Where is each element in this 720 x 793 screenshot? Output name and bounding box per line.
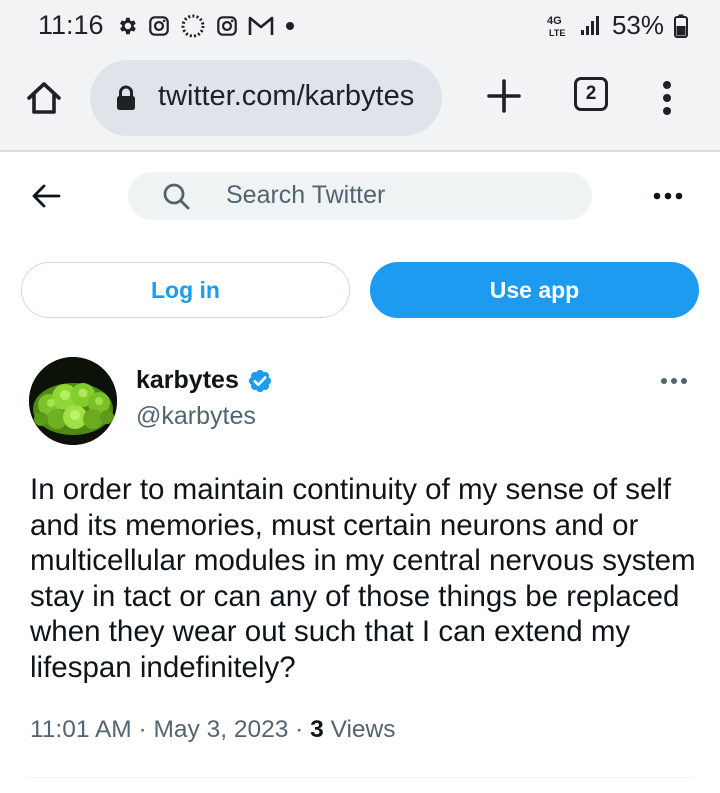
views-count: 3 — [310, 716, 324, 743]
meta-separator: · — [138, 716, 147, 743]
more-horizontal-icon — [661, 378, 687, 384]
home-button[interactable] — [22, 76, 66, 120]
lock-icon — [117, 85, 135, 110]
home-icon — [27, 82, 61, 114]
login-button[interactable]: Log in — [21, 262, 350, 318]
search-input[interactable]: Search Twitter — [128, 172, 592, 220]
more-vertical-icon — [663, 81, 671, 115]
browser-menu-button[interactable] — [652, 76, 682, 120]
avatar[interactable] — [29, 357, 117, 445]
address-bar[interactable]: twitter.com/karbytes — [90, 60, 442, 136]
romanesco-avatar-image — [29, 357, 117, 445]
instagram-icon — [149, 16, 169, 36]
instagram-icon — [217, 16, 237, 36]
battery-percentage: 53% — [611, 10, 664, 40]
more-options-button[interactable] — [650, 184, 686, 208]
gmail-icon — [248, 16, 274, 35]
status-bar: 11:16 4G LTE 53% — [0, 0, 720, 52]
browser-toolbar: twitter.com/karbytes 2 — [0, 52, 720, 150]
back-arrow-icon — [32, 184, 61, 208]
notification-icons — [116, 13, 296, 39]
spinner-icon — [181, 14, 205, 38]
dot-icon — [286, 22, 294, 30]
signal-icon — [580, 15, 599, 35]
new-tab-button[interactable] — [482, 74, 526, 118]
more-horizontal-icon — [653, 192, 683, 200]
gear-icon — [120, 17, 136, 35]
tweet-text: In order to maintain continuity of my se… — [30, 473, 696, 684]
display-name[interactable]: karbytes — [136, 366, 239, 395]
author-name-row[interactable]: karbytes — [136, 366, 273, 395]
tab-switcher-button[interactable]: 2 — [574, 77, 608, 111]
tweet-time[interactable]: 11:01 AM — [30, 716, 132, 743]
svg-text:LTE: LTE — [549, 28, 565, 38]
search-placeholder: Search Twitter — [226, 181, 386, 209]
views-label: Views — [330, 716, 396, 743]
divider — [0, 150, 720, 152]
tweet-date[interactable]: May 3, 2023 — [154, 716, 289, 743]
verified-badge-icon — [248, 369, 271, 392]
plus-icon — [487, 79, 521, 113]
tweet-more-button[interactable] — [656, 370, 692, 392]
divider — [28, 777, 692, 778]
user-handle[interactable]: @karbytes — [136, 402, 256, 431]
system-icons: 4G LTE 53% — [546, 10, 688, 41]
network-type-icon: 4GLTE — [547, 15, 565, 38]
back-button[interactable] — [26, 176, 66, 216]
url-text: twitter.com/karbytes — [158, 80, 415, 112]
tweet-meta: 11:01 AM · May 3, 2023 · 3 Views — [30, 716, 396, 744]
svg-text:4G: 4G — [547, 15, 562, 27]
use-app-button[interactable]: Use app — [370, 262, 699, 318]
status-time: 11:16 — [38, 10, 104, 40]
meta-separator: · — [295, 716, 304, 743]
search-icon — [163, 183, 190, 210]
battery-icon — [674, 14, 688, 38]
